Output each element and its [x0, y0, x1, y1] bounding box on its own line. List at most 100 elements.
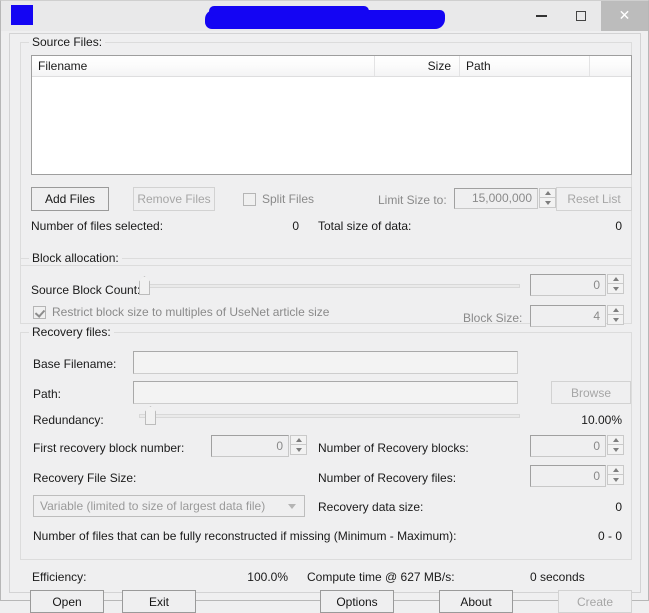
first-recovery-block-label: First recovery block number: — [33, 441, 185, 455]
column-header-size[interactable]: Size — [375, 56, 460, 76]
column-header-filename[interactable]: Filename — [32, 56, 375, 76]
source-files-list[interactable]: Filename Size Path — [31, 55, 632, 175]
reconstructable-files-value: 0 - 0 — [597, 529, 622, 543]
recovery-blocks-spin-up[interactable] — [607, 435, 624, 445]
recovery-file-size-label: Recovery File Size: — [33, 471, 137, 485]
source-block-count-input[interactable]: 0 — [530, 274, 606, 296]
recovery-file-size-combobox[interactable]: Variable (limited to size of largest dat… — [33, 495, 305, 517]
add-files-button[interactable]: Add Files — [31, 187, 109, 211]
arrow-up-icon — [612, 468, 619, 472]
recovery-files-count-spin-down[interactable] — [607, 475, 624, 485]
source-block-count-spin-up[interactable] — [607, 274, 624, 284]
title-redaction-mark — [204, 6, 445, 29]
limit-size-label: Limit Size to: — [378, 193, 447, 207]
minimize-button[interactable] — [521, 1, 561, 31]
total-size-label: Total size of data: — [318, 219, 412, 233]
source-block-count-slider-track — [139, 284, 520, 288]
recovery-data-size-value: 0 — [615, 500, 622, 514]
files-selected-label: Number of files selected: — [31, 219, 164, 233]
limit-size-input[interactable]: 15,000,000 — [454, 188, 538, 209]
arrow-down-icon — [612, 447, 619, 452]
arrow-up-icon — [612, 438, 619, 442]
first-recovery-block-input[interactable]: 0 — [211, 435, 289, 457]
recovery-blocks-spinner[interactable] — [607, 435, 624, 455]
source-block-count-slider[interactable] — [139, 275, 520, 295]
redundancy-label: Redundancy: — [33, 413, 104, 427]
total-size-value: 0 — [615, 219, 622, 233]
recovery-files-count-label: Number of Recovery files: — [318, 471, 457, 485]
recovery-blocks-spin-down[interactable] — [607, 445, 624, 455]
recovery-files-group-title: Recovery files: — [29, 325, 114, 339]
split-files-checkbox[interactable]: Split Files — [243, 192, 314, 206]
efficiency-value: 100.0% — [247, 570, 288, 584]
arrow-up-icon — [612, 277, 619, 281]
arrow-down-icon — [544, 200, 551, 205]
remove-files-button[interactable]: Remove Files — [133, 187, 215, 211]
efficiency-label: Efficiency: — [32, 570, 87, 584]
redundancy-slider-thumb[interactable] — [145, 406, 156, 425]
arrow-down-icon — [612, 317, 619, 322]
close-icon: ✕ — [618, 8, 631, 24]
recovery-files-count-spin-up[interactable] — [607, 465, 624, 475]
restrict-block-size-checkbox-box — [33, 305, 46, 319]
arrow-down-icon — [295, 447, 302, 452]
maximize-icon — [576, 11, 586, 21]
reset-list-button[interactable]: Reset List — [556, 187, 632, 211]
recovery-files-group: Recovery files: Base Filename: Path: Bro… — [20, 325, 632, 560]
arrow-down-icon — [612, 477, 619, 482]
restrict-block-size-checkbox[interactable]: Restrict block size to multiples of UseN… — [33, 305, 329, 319]
source-files-group: Source Files: Filename Size Path Add Fil… — [20, 35, 632, 266]
open-button[interactable]: Open — [30, 590, 104, 613]
about-button[interactable]: About — [439, 590, 513, 613]
block-size-spin-up[interactable] — [607, 305, 624, 315]
block-size-spin-down[interactable] — [607, 315, 624, 325]
source-block-count-label: Source Block Count: — [31, 283, 141, 297]
limit-size-spinner[interactable] — [539, 188, 556, 208]
arrow-up-icon — [612, 308, 619, 312]
create-button[interactable]: Create — [558, 590, 632, 613]
block-size-input[interactable]: 4 — [530, 305, 606, 327]
recovery-files-count-spinner[interactable] — [607, 465, 624, 485]
browse-button[interactable]: Browse — [551, 381, 631, 404]
title-bar: ✕ — [1, 1, 648, 31]
base-filename-input[interactable] — [133, 351, 518, 374]
first-recovery-block-spinner[interactable] — [290, 435, 307, 455]
exit-button[interactable]: Exit — [122, 590, 196, 613]
block-size-spinner[interactable] — [607, 305, 624, 325]
recovery-data-size-label: Recovery data size: — [318, 500, 424, 514]
column-header-extra[interactable] — [590, 56, 631, 76]
recovery-files-count-input[interactable]: 0 — [530, 465, 606, 487]
limit-size-spin-down[interactable] — [539, 198, 556, 208]
base-filename-label: Base Filename: — [33, 357, 117, 371]
maximize-button[interactable] — [561, 1, 601, 31]
application-window: ✕ Source Files: Filename Size Path Add F… — [0, 0, 649, 613]
limit-size-spin-up[interactable] — [539, 188, 556, 198]
recovery-blocks-input[interactable]: 0 — [530, 435, 606, 457]
split-files-label: Split Files — [262, 192, 315, 206]
arrow-down-icon — [612, 286, 619, 291]
options-button[interactable]: Options — [320, 590, 394, 613]
recovery-file-size-selected-option: Variable (limited to size of largest dat… — [40, 499, 266, 513]
source-block-count-slider-thumb[interactable] — [139, 276, 150, 295]
first-recovery-block-spin-up[interactable] — [290, 435, 307, 445]
first-recovery-block-spin-down[interactable] — [290, 445, 307, 455]
source-block-count-spin-down[interactable] — [607, 284, 624, 294]
path-input[interactable] — [133, 381, 518, 404]
arrow-up-icon — [295, 438, 302, 442]
dialog-client-area: Source Files: Filename Size Path Add Fil… — [9, 33, 641, 613]
source-files-list-header: Filename Size Path — [32, 56, 631, 77]
source-files-list-body[interactable] — [32, 77, 631, 174]
path-label: Path: — [33, 387, 62, 401]
chevron-down-icon — [288, 503, 296, 509]
restrict-block-size-label: Restrict block size to multiples of UseN… — [52, 305, 330, 319]
source-block-count-spinner[interactable] — [607, 274, 624, 294]
block-allocation-group: Block allocation: Source Block Count: 0 … — [20, 251, 632, 327]
column-header-path[interactable]: Path — [460, 56, 590, 76]
redundancy-slider[interactable] — [139, 405, 520, 425]
block-size-label: Block Size: — [463, 311, 523, 325]
close-button[interactable]: ✕ — [601, 1, 648, 31]
files-selected-value: 0 — [292, 219, 299, 233]
compute-time-value: 0 seconds — [530, 570, 585, 584]
redundancy-slider-track — [139, 414, 520, 418]
compute-time-label: Compute time @ 627 MB/s: — [307, 570, 455, 584]
